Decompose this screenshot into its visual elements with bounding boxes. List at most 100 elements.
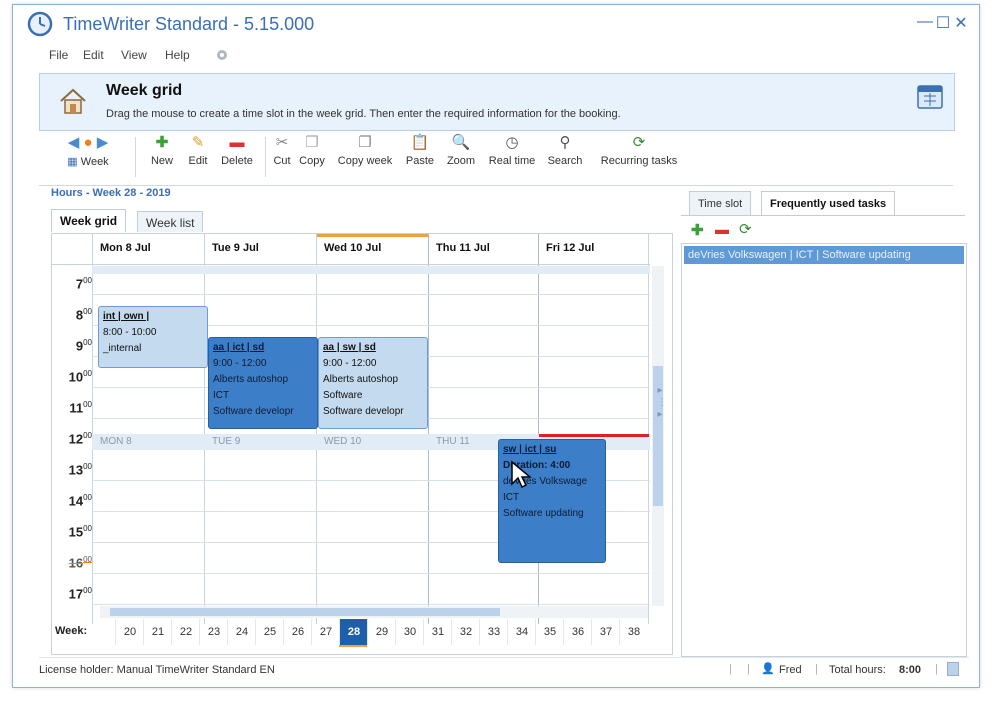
cut-button-label: Cut [273, 155, 291, 167]
time-slot-event[interactable]: aa | ict | sd 9:00 - 12:00 Alberts autos… [208, 337, 318, 429]
day-header-fri[interactable]: Fri 12 Jul [546, 242, 594, 254]
copy-button[interactable]: ❐ Copy [297, 131, 327, 183]
recurring-tasks-button[interactable]: ⟳ Recurring tasks [591, 131, 687, 183]
time-slot-event[interactable]: aa | sw | sd 9:00 - 12:00 Alberts autosh… [318, 337, 428, 429]
minus-icon: ▬ [229, 134, 245, 151]
tab-week-grid[interactable]: Week grid [51, 209, 127, 232]
event-line: Software developr [213, 406, 294, 417]
settings-gear-icon[interactable] [215, 48, 229, 62]
week-number[interactable]: 29 [367, 619, 396, 645]
hour-label: 900 [75, 338, 92, 354]
toolbar: ◀ ● ▶ ▦ Week ✚ New ✎ Edit ▬ Delete ✂ Cut… [39, 131, 953, 183]
week-number[interactable]: 24 [227, 619, 256, 645]
copy-week-icon: ❐ [358, 134, 372, 151]
menu-file[interactable]: File [49, 48, 68, 62]
event-title: aa | sw | sd [323, 342, 376, 353]
week-number[interactable]: 21 [143, 619, 172, 645]
tab-divider [681, 215, 965, 216]
week-grid[interactable]: Mon 8 Jul Tue 9 Jul Wed 10 Jul Thu 11 Ju… [51, 233, 673, 655]
week-number[interactable]: 30 [395, 619, 424, 645]
event-title: aa | ict | sd [213, 342, 265, 353]
remove-task-minus-icon[interactable]: ▬ [715, 221, 729, 237]
zoom-button-label: Zoom [446, 155, 476, 167]
tab-frequently-used-tasks[interactable]: Frequently used tasks [761, 191, 896, 216]
delete-button-label: Delete [221, 155, 253, 167]
minimize-button[interactable]: — [917, 13, 933, 31]
day-header-wed[interactable]: Wed 10 Jul [324, 242, 381, 254]
week-number-current[interactable]: 28 [339, 619, 368, 645]
status-divider: | [729, 663, 732, 675]
week-number[interactable]: 26 [283, 619, 312, 645]
week-number[interactable]: 31 [423, 619, 452, 645]
hour-label-current: 1600 [68, 555, 92, 571]
total-hours-value: 8:00 [899, 664, 922, 676]
menu-view[interactable]: View [121, 48, 147, 62]
list-item[interactable]: deVries Volkswagen | ICT | Software upda… [684, 246, 964, 264]
license-holder: License holder: Manual TimeWriter Standa… [39, 664, 275, 676]
banner-title: Week grid [106, 82, 183, 99]
status-page-icon [947, 662, 959, 676]
right-panel: Time slot Frequently used tasks ✚ ▬ ⟳ de… [681, 187, 967, 657]
search-button[interactable]: ⚲ Search [543, 131, 587, 183]
window-title: TimeWriter Standard - 5.15.000 [63, 14, 315, 34]
week-number[interactable]: 35 [535, 619, 564, 645]
paste-button[interactable]: 📋 Paste [403, 131, 437, 183]
midday-label-tue: TUE 9 [212, 436, 241, 447]
event-line: Alberts autoshop [213, 374, 289, 385]
next-week-arrow-icon[interactable]: ▶ [97, 134, 109, 151]
clock-logo-icon [27, 11, 53, 37]
week-number[interactable]: 38 [619, 619, 648, 645]
plus-icon: ✚ [155, 134, 169, 151]
real-time-button[interactable]: ◷ Real time [485, 131, 539, 183]
search-button-label: Search [547, 155, 583, 167]
week-number[interactable]: 20 [115, 619, 144, 645]
magnifier-icon: 🔍 [451, 134, 471, 151]
toolbar-separator [265, 137, 266, 177]
event-line: 9:00 - 12:00 [323, 358, 377, 369]
status-divider: | [935, 663, 938, 675]
week-number[interactable]: 25 [255, 619, 284, 645]
user-icon: 👤 [761, 663, 775, 675]
add-task-plus-icon[interactable]: ✚ [691, 221, 704, 239]
week-number[interactable]: 37 [591, 619, 620, 645]
week-number[interactable]: 33 [479, 619, 508, 645]
week-number[interactable]: 27 [311, 619, 340, 645]
copy-week-button[interactable]: ❐ Copy week [333, 131, 397, 183]
time-slot-event[interactable]: int | own | 8:00 - 10:00 _internal [98, 306, 208, 368]
maximize-button[interactable]: ☐ [935, 13, 951, 33]
horizontal-scrollbar[interactable] [100, 606, 648, 618]
total-hours-label: Total hours: [829, 664, 886, 676]
menu-edit[interactable]: Edit [83, 48, 104, 62]
week-number[interactable]: 22 [171, 619, 200, 645]
new-button[interactable]: ✚ New [143, 131, 181, 183]
week-button[interactable]: ▦ Week [53, 155, 123, 168]
clipboard-icon: 📋 [410, 134, 430, 151]
week-number[interactable]: 23 [199, 619, 228, 645]
recurring-tasks-icon: ⟳ [632, 134, 646, 151]
week-number[interactable]: 36 [563, 619, 592, 645]
zoom-button[interactable]: 🔍 Zoom [443, 131, 479, 183]
copy-icon: ❐ [305, 134, 319, 151]
cut-button[interactable]: ✂ Cut [269, 131, 295, 183]
horizontal-scroll-thumb[interactable] [110, 608, 500, 616]
week-number[interactable]: 32 [451, 619, 480, 645]
day-header-tue[interactable]: Tue 9 Jul [212, 242, 259, 254]
event-line: Software updating [503, 508, 584, 519]
delete-button[interactable]: ▬ Delete [215, 131, 259, 183]
menu-help[interactable]: Help [165, 48, 190, 62]
close-button[interactable]: ✕ [953, 13, 969, 33]
edit-button[interactable]: ✎ Edit [181, 131, 215, 183]
week-number[interactable]: 34 [507, 619, 536, 645]
manage-tasks-icon[interactable]: ⟳ [739, 220, 752, 238]
today-dot-icon[interactable]: ● [83, 134, 92, 151]
day-header-mon[interactable]: Mon 8 Jul [100, 242, 151, 254]
previous-week-arrow-icon[interactable]: ◀ [68, 134, 80, 151]
day-header-thu[interactable]: Thu 11 Jul [436, 242, 490, 254]
week-selector-label: Week: [55, 625, 88, 637]
status-divider: | [815, 663, 818, 675]
time-slot-event-dragging[interactable]: sw | ict | su Duration: 4:00 deVries Vol… [498, 439, 606, 563]
tab-time-slot[interactable]: Time slot [689, 191, 752, 216]
tab-week-list[interactable]: Week list [137, 211, 204, 232]
toolbar-divider [39, 185, 953, 186]
panel-splitter[interactable]: ▸ ⋮ ▸ [657, 385, 667, 445]
